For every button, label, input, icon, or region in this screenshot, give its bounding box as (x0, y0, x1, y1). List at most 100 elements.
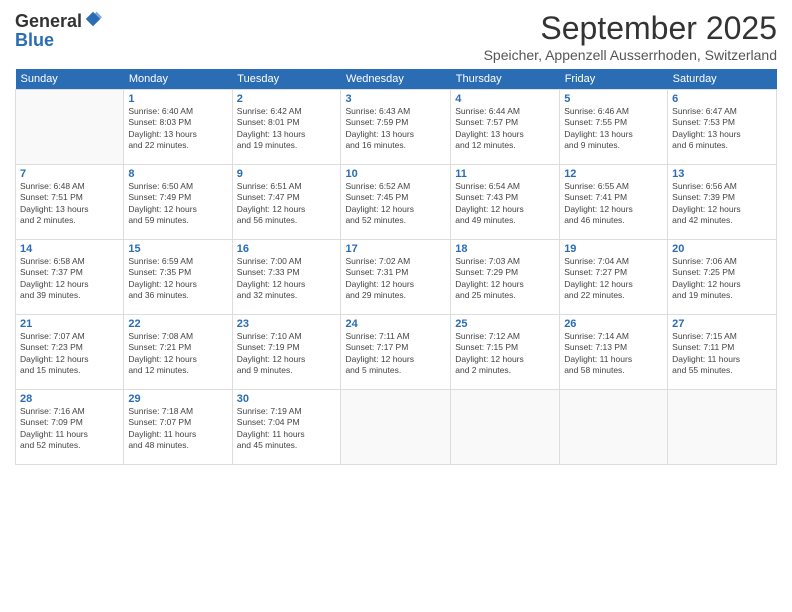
calendar-cell: 4Sunrise: 6:44 AM Sunset: 7:57 PM Daylig… (451, 90, 560, 165)
day-info: Sunrise: 6:58 AM Sunset: 7:37 PM Dayligh… (20, 256, 119, 302)
day-info: Sunrise: 7:19 AM Sunset: 7:04 PM Dayligh… (237, 406, 337, 452)
day-number: 21 (20, 318, 119, 330)
day-number: 2 (237, 93, 337, 105)
day-info: Sunrise: 6:42 AM Sunset: 8:01 PM Dayligh… (237, 106, 337, 152)
calendar-cell (451, 390, 560, 465)
day-number: 16 (237, 243, 337, 255)
day-number: 18 (455, 243, 555, 255)
calendar-cell (668, 390, 777, 465)
day-info: Sunrise: 7:15 AM Sunset: 7:11 PM Dayligh… (672, 331, 772, 377)
day-number: 7 (20, 168, 119, 180)
calendar-cell: 20Sunrise: 7:06 AM Sunset: 7:25 PM Dayli… (668, 240, 777, 315)
day-number: 5 (564, 93, 663, 105)
calendar-cell: 11Sunrise: 6:54 AM Sunset: 7:43 PM Dayli… (451, 165, 560, 240)
calendar-cell: 29Sunrise: 7:18 AM Sunset: 7:07 PM Dayli… (124, 390, 232, 465)
day-info: Sunrise: 6:59 AM Sunset: 7:35 PM Dayligh… (128, 256, 227, 302)
day-number: 22 (128, 318, 227, 330)
calendar-table: SundayMondayTuesdayWednesdayThursdayFrid… (15, 69, 777, 465)
calendar-week-row: 14Sunrise: 6:58 AM Sunset: 7:37 PM Dayli… (16, 240, 777, 315)
day-number: 3 (345, 93, 446, 105)
calendar-cell (341, 390, 451, 465)
day-info: Sunrise: 6:47 AM Sunset: 7:53 PM Dayligh… (672, 106, 772, 152)
day-info: Sunrise: 6:52 AM Sunset: 7:45 PM Dayligh… (345, 181, 446, 227)
calendar-cell: 25Sunrise: 7:12 AM Sunset: 7:15 PM Dayli… (451, 315, 560, 390)
day-info: Sunrise: 7:07 AM Sunset: 7:23 PM Dayligh… (20, 331, 119, 377)
day-number: 10 (345, 168, 446, 180)
day-header-tuesday: Tuesday (232, 69, 341, 90)
calendar-cell: 14Sunrise: 6:58 AM Sunset: 7:37 PM Dayli… (16, 240, 124, 315)
day-number: 8 (128, 168, 227, 180)
day-number: 13 (672, 168, 772, 180)
calendar-cell: 1Sunrise: 6:40 AM Sunset: 8:03 PM Daylig… (124, 90, 232, 165)
calendar-week-row: 21Sunrise: 7:07 AM Sunset: 7:23 PM Dayli… (16, 315, 777, 390)
calendar-cell: 9Sunrise: 6:51 AM Sunset: 7:47 PM Daylig… (232, 165, 341, 240)
day-info: Sunrise: 6:54 AM Sunset: 7:43 PM Dayligh… (455, 181, 555, 227)
calendar-cell: 19Sunrise: 7:04 AM Sunset: 7:27 PM Dayli… (560, 240, 668, 315)
day-info: Sunrise: 7:14 AM Sunset: 7:13 PM Dayligh… (564, 331, 663, 377)
calendar-cell: 17Sunrise: 7:02 AM Sunset: 7:31 PM Dayli… (341, 240, 451, 315)
day-number: 1 (128, 93, 227, 105)
calendar-cell: 3Sunrise: 6:43 AM Sunset: 7:59 PM Daylig… (341, 90, 451, 165)
calendar-cell: 5Sunrise: 6:46 AM Sunset: 7:55 PM Daylig… (560, 90, 668, 165)
day-info: Sunrise: 7:11 AM Sunset: 7:17 PM Dayligh… (345, 331, 446, 377)
calendar-cell: 6Sunrise: 6:47 AM Sunset: 7:53 PM Daylig… (668, 90, 777, 165)
calendar-cell: 30Sunrise: 7:19 AM Sunset: 7:04 PM Dayli… (232, 390, 341, 465)
logo-blue-text: Blue (15, 30, 54, 50)
calendar-cell: 18Sunrise: 7:03 AM Sunset: 7:29 PM Dayli… (451, 240, 560, 315)
day-number: 29 (128, 393, 227, 405)
day-number: 30 (237, 393, 337, 405)
day-info: Sunrise: 6:44 AM Sunset: 7:57 PM Dayligh… (455, 106, 555, 152)
day-header-friday: Friday (560, 69, 668, 90)
day-info: Sunrise: 7:02 AM Sunset: 7:31 PM Dayligh… (345, 256, 446, 302)
logo: General Blue (15, 10, 102, 51)
calendar-cell: 8Sunrise: 6:50 AM Sunset: 7:49 PM Daylig… (124, 165, 232, 240)
calendar-cell: 10Sunrise: 6:52 AM Sunset: 7:45 PM Dayli… (341, 165, 451, 240)
day-number: 6 (672, 93, 772, 105)
month-title: September 2025 (484, 10, 777, 47)
day-header-thursday: Thursday (451, 69, 560, 90)
location: Speicher, Appenzell Ausserrhoden, Switze… (484, 47, 777, 63)
day-info: Sunrise: 6:50 AM Sunset: 7:49 PM Dayligh… (128, 181, 227, 227)
day-info: Sunrise: 7:03 AM Sunset: 7:29 PM Dayligh… (455, 256, 555, 302)
day-info: Sunrise: 7:10 AM Sunset: 7:19 PM Dayligh… (237, 331, 337, 377)
page: General Blue September 2025 Speicher, Ap… (0, 0, 792, 612)
day-header-sunday: Sunday (16, 69, 124, 90)
day-number: 20 (672, 243, 772, 255)
day-number: 4 (455, 93, 555, 105)
calendar-header-row: SundayMondayTuesdayWednesdayThursdayFrid… (16, 69, 777, 90)
day-info: Sunrise: 6:55 AM Sunset: 7:41 PM Dayligh… (564, 181, 663, 227)
day-header-monday: Monday (124, 69, 232, 90)
calendar-week-row: 28Sunrise: 7:16 AM Sunset: 7:09 PM Dayli… (16, 390, 777, 465)
day-info: Sunrise: 6:48 AM Sunset: 7:51 PM Dayligh… (20, 181, 119, 227)
calendar-cell: 15Sunrise: 6:59 AM Sunset: 7:35 PM Dayli… (124, 240, 232, 315)
header: General Blue September 2025 Speicher, Ap… (15, 10, 777, 63)
calendar-cell: 26Sunrise: 7:14 AM Sunset: 7:13 PM Dayli… (560, 315, 668, 390)
calendar-cell: 16Sunrise: 7:00 AM Sunset: 7:33 PM Dayli… (232, 240, 341, 315)
calendar-week-row: 7Sunrise: 6:48 AM Sunset: 7:51 PM Daylig… (16, 165, 777, 240)
calendar-cell: 21Sunrise: 7:07 AM Sunset: 7:23 PM Dayli… (16, 315, 124, 390)
day-number: 15 (128, 243, 227, 255)
day-info: Sunrise: 7:18 AM Sunset: 7:07 PM Dayligh… (128, 406, 227, 452)
day-number: 28 (20, 393, 119, 405)
calendar-cell: 2Sunrise: 6:42 AM Sunset: 8:01 PM Daylig… (232, 90, 341, 165)
day-info: Sunrise: 6:43 AM Sunset: 7:59 PM Dayligh… (345, 106, 446, 152)
calendar-cell: 23Sunrise: 7:10 AM Sunset: 7:19 PM Dayli… (232, 315, 341, 390)
day-info: Sunrise: 7:12 AM Sunset: 7:15 PM Dayligh… (455, 331, 555, 377)
calendar-week-row: 1Sunrise: 6:40 AM Sunset: 8:03 PM Daylig… (16, 90, 777, 165)
day-number: 25 (455, 318, 555, 330)
day-info: Sunrise: 7:16 AM Sunset: 7:09 PM Dayligh… (20, 406, 119, 452)
day-number: 11 (455, 168, 555, 180)
day-info: Sunrise: 6:56 AM Sunset: 7:39 PM Dayligh… (672, 181, 772, 227)
calendar-cell (16, 90, 124, 165)
day-number: 17 (345, 243, 446, 255)
day-number: 24 (345, 318, 446, 330)
day-info: Sunrise: 6:40 AM Sunset: 8:03 PM Dayligh… (128, 106, 227, 152)
calendar-cell: 22Sunrise: 7:08 AM Sunset: 7:21 PM Dayli… (124, 315, 232, 390)
day-info: Sunrise: 7:04 AM Sunset: 7:27 PM Dayligh… (564, 256, 663, 302)
day-number: 23 (237, 318, 337, 330)
day-header-wednesday: Wednesday (341, 69, 451, 90)
day-number: 26 (564, 318, 663, 330)
logo-general-text: General (15, 12, 82, 30)
calendar-cell (560, 390, 668, 465)
day-number: 27 (672, 318, 772, 330)
